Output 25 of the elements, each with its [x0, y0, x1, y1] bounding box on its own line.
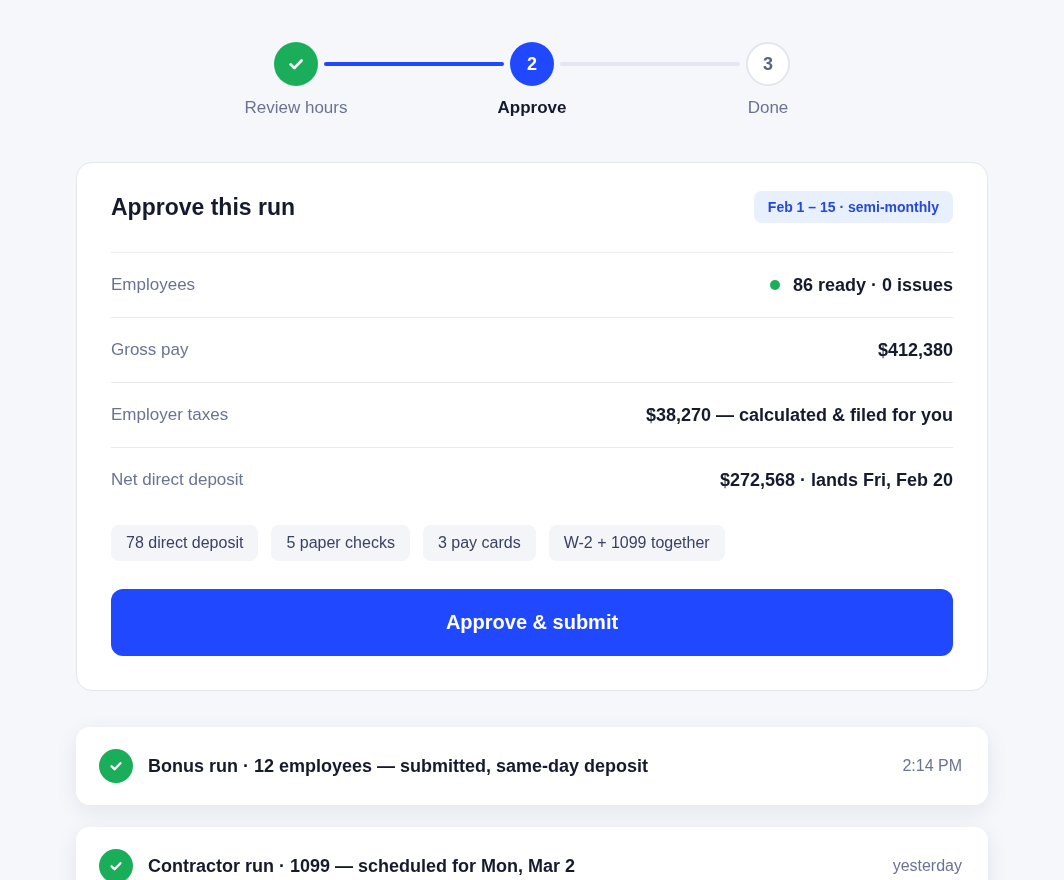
activity-text: Bonus run · 12 employees — submitted, same-day deposit: [148, 755, 650, 777]
payment-chip: W-2 + 1099 together: [548, 525, 725, 561]
card-title: Approve this run: [111, 193, 295, 222]
activity-time: yesterday: [892, 857, 962, 875]
payment-chip: 3 pay cards: [422, 525, 536, 561]
summary-value: $412,380: [877, 339, 953, 361]
step-number: 2: [510, 42, 554, 86]
summary-value: $38,270 — calculated & filed for you: [645, 404, 953, 426]
step-label: Review hours: [244, 98, 348, 118]
status-dot-icon: [769, 280, 780, 290]
activity-text: Contractor run · 1099 — scheduled for Mon, Mar 2: [148, 855, 577, 877]
payment-chip: 5 paper checks: [271, 525, 410, 561]
summary-label: Gross pay: [111, 340, 189, 360]
activity-time: 2:14 PM: [902, 757, 962, 775]
summary-value: $272,568 · lands Fri, Feb 20: [719, 469, 953, 491]
step-number: 3: [746, 42, 790, 86]
summary-value: 86 ready · 0 issues: [792, 274, 953, 296]
step-label: Done: [747, 98, 789, 118]
payment-chip: 78 direct deposit: [111, 525, 259, 561]
summary-label: Employer taxes: [111, 405, 229, 425]
summary-label: Employees: [111, 275, 196, 295]
summary-label: Net direct deposit: [111, 470, 244, 490]
approve-submit-button[interactable]: Approve & submit: [111, 589, 953, 656]
step-label: Approve: [497, 98, 567, 118]
period-badge: Feb 1 – 15 · semi-monthly: [753, 191, 953, 223]
